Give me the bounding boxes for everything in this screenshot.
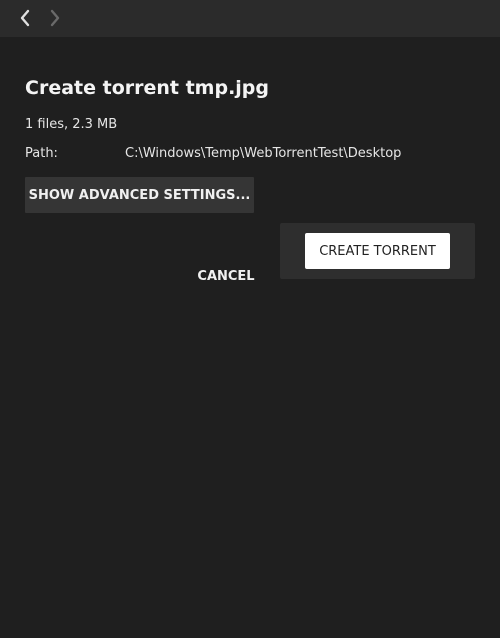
path-value: C:\Windows\Temp\WebTorrentTest\Desktop (125, 146, 402, 161)
file-info: 1 files, 2.3 MB (25, 117, 118, 132)
page-title: Create torrent tmp.jpg (25, 77, 270, 99)
path-label: Path: (25, 146, 58, 161)
create-torrent-container: CREATE TORRENT (280, 223, 475, 279)
chevron-right-icon (50, 9, 60, 27)
create-torrent-button[interactable]: CREATE TORRENT (305, 233, 450, 269)
forward-button[interactable] (45, 8, 65, 28)
header-bar (0, 0, 500, 37)
show-advanced-settings-button[interactable]: SHOW ADVANCED SETTINGS... (25, 177, 254, 213)
back-button[interactable] (15, 8, 35, 28)
create-torrent-page: Create torrent tmp.jpg 1 files, 2.3 MB P… (0, 37, 500, 638)
cancel-button[interactable]: CANCEL (185, 264, 267, 288)
chevron-left-icon (20, 9, 30, 27)
